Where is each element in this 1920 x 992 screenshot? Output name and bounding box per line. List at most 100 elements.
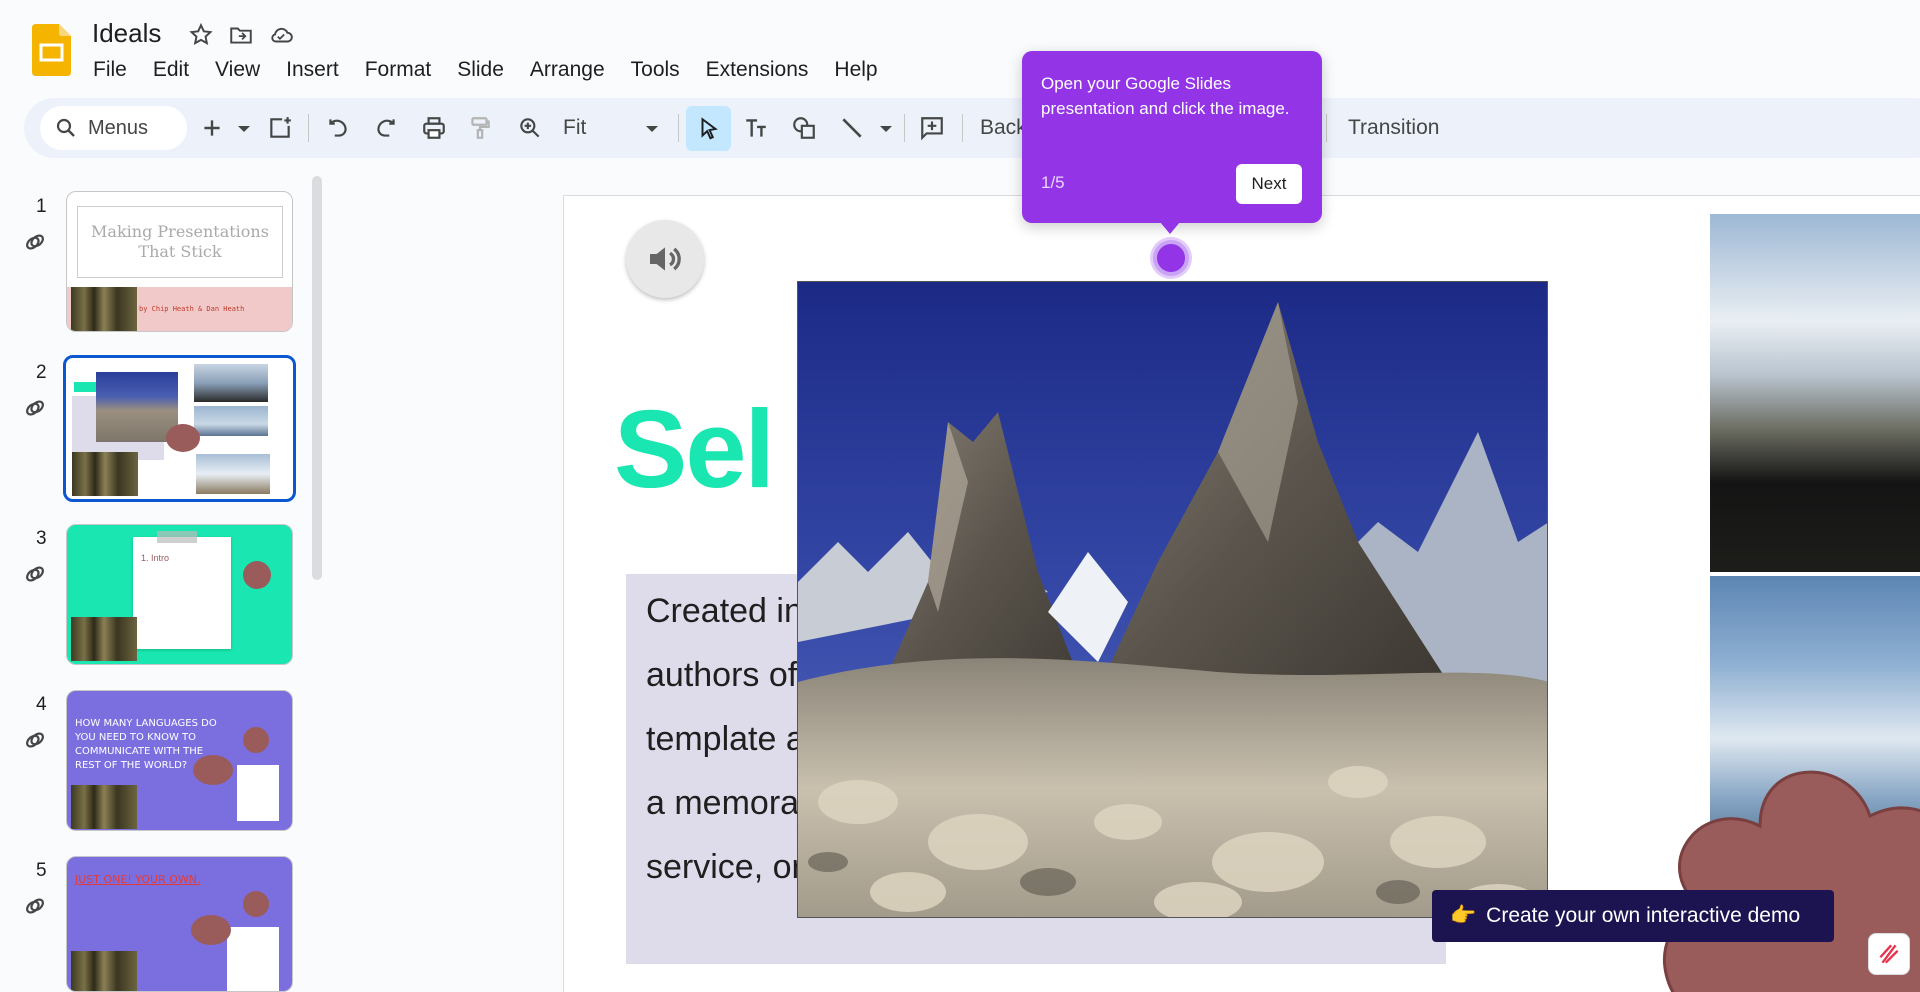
- slide-thumbnail-4[interactable]: How many languages do you need to know t…: [66, 690, 293, 831]
- body-line: a memora: [646, 784, 800, 822]
- snow-mountain-image: [194, 364, 268, 402]
- toolbar-divider: [904, 114, 905, 142]
- line-button[interactable]: [836, 110, 868, 146]
- print-icon: [423, 117, 445, 139]
- paint-format-button[interactable]: [464, 110, 496, 146]
- shape-button[interactable]: [788, 110, 820, 146]
- menu-view[interactable]: View: [202, 56, 273, 84]
- tour-next-button[interactable]: Next: [1236, 164, 1302, 204]
- insert-comment-button[interactable]: [916, 110, 948, 146]
- plus-icon: [204, 120, 220, 136]
- shape-icon: [793, 117, 815, 139]
- menu-help[interactable]: Help: [821, 56, 890, 84]
- body-line: template a: [646, 720, 805, 758]
- slide-thumbnail-1[interactable]: Making Presentations That Stick by Chip …: [66, 191, 293, 332]
- document-title[interactable]: Ideals: [92, 18, 161, 49]
- search-menus-label: Menus: [88, 116, 149, 139]
- body-line: service, or: [646, 848, 803, 886]
- forest-image: [71, 617, 137, 661]
- menu-edit[interactable]: Edit: [140, 56, 202, 84]
- slide-number: 3: [36, 528, 47, 549]
- tour-hotspot[interactable]: [1153, 240, 1189, 276]
- print-button[interactable]: [418, 110, 450, 146]
- snowy-ridge-photo[interactable]: [1710, 214, 1920, 572]
- thumb-heading: 1. Intro: [141, 553, 170, 563]
- audio-button[interactable]: [626, 220, 704, 298]
- text-box-button[interactable]: [740, 110, 772, 146]
- thumb-title-box: Making Presentations That Stick: [77, 206, 283, 278]
- add-slide-icon: [270, 117, 291, 138]
- transition-button[interactable]: Transition: [1348, 116, 1439, 140]
- background-button[interactable]: Back: [980, 116, 1027, 140]
- sun-shape: [243, 561, 271, 589]
- slides-logo-icon[interactable]: [32, 24, 71, 76]
- menu-tools[interactable]: Tools: [618, 56, 693, 84]
- redo-button[interactable]: [370, 110, 402, 146]
- new-slide-button[interactable]: [198, 110, 226, 146]
- thumb-paper-card: [227, 927, 279, 991]
- toolbar-divider: [678, 114, 679, 142]
- new-slide-dropdown[interactable]: [232, 110, 256, 146]
- tour-tooltip-pointer: [1160, 222, 1180, 234]
- menu-file[interactable]: File: [80, 56, 140, 84]
- zoom-select[interactable]: Fit: [563, 116, 586, 140]
- speaker-icon: [650, 247, 681, 271]
- create-demo-label: Create your own interactive demo: [1486, 904, 1801, 927]
- zoom-dropdown[interactable]: [640, 110, 664, 146]
- title-actions: [188, 22, 294, 48]
- line-dropdown[interactable]: [874, 110, 898, 146]
- brand-badge[interactable]: [1868, 933, 1910, 975]
- slide-thumbnail-3[interactable]: 1. Intro: [66, 524, 293, 665]
- tour-step-counter: 1/5: [1041, 173, 1065, 192]
- zoom-icon: [520, 118, 540, 138]
- linked-slide-icon: [26, 566, 44, 582]
- undo-icon: [329, 119, 347, 137]
- slide-number: 4: [36, 694, 47, 715]
- paint-format-icon: [471, 117, 490, 139]
- move-folder-icon[interactable]: [228, 22, 254, 48]
- toolbar-divider: [962, 114, 963, 142]
- filmstrip-scrollbar[interactable]: [312, 176, 322, 580]
- forest-image: [71, 785, 137, 829]
- select-tool-button[interactable]: [686, 106, 731, 151]
- menu-format[interactable]: Format: [352, 56, 445, 84]
- slide-thumbnail-2[interactable]: [63, 355, 296, 502]
- toolbar-divider: [1326, 114, 1327, 142]
- mountain-image: [96, 372, 178, 442]
- forest-image: [71, 951, 137, 991]
- add-comment-icon: [921, 117, 943, 141]
- linked-slide-icon: [26, 234, 44, 250]
- tape-strip: [157, 531, 197, 543]
- menu-extensions[interactable]: Extensions: [693, 56, 822, 84]
- menu-slide[interactable]: Slide: [444, 56, 517, 84]
- linked-slide-icon: [26, 400, 44, 416]
- create-demo-button[interactable]: 👉 Create your own interactive demo: [1432, 890, 1834, 942]
- selected-mountain-image[interactable]: [797, 281, 1548, 918]
- snow-mountain-image: [194, 406, 268, 436]
- caret-down-icon: [238, 126, 250, 132]
- undo-button[interactable]: [322, 110, 354, 146]
- brand-logo-icon: [1879, 944, 1899, 964]
- cloud-saved-icon[interactable]: [268, 22, 294, 48]
- thumb-title-accent: [74, 382, 96, 392]
- menu-insert[interactable]: Insert: [273, 56, 352, 84]
- forest-image: [71, 287, 137, 331]
- slide-number: 5: [36, 860, 47, 881]
- zoom-button[interactable]: [514, 110, 546, 146]
- cursor-arrow-icon: [701, 116, 718, 139]
- cloud-shape: [191, 915, 231, 945]
- slide-number: 2: [36, 362, 47, 383]
- toolbar-divider: [308, 114, 309, 142]
- search-menus-input[interactable]: Menus: [40, 106, 187, 150]
- slide-title[interactable]: Sel: [614, 386, 775, 513]
- slide-number: 1: [36, 196, 47, 217]
- body-line: Created in: [646, 592, 803, 630]
- pointing-hand-icon: 👉: [1450, 904, 1477, 927]
- menu-arrange[interactable]: Arrange: [517, 56, 618, 84]
- star-icon[interactable]: [188, 22, 214, 48]
- slide-thumbnail-5[interactable]: Just one! Your own.: [66, 856, 293, 992]
- body-line: authors of: [646, 656, 798, 694]
- thumb-subtitle: by Chip Heath & Dan Heath: [139, 305, 245, 313]
- new-slide-layout-button[interactable]: [264, 110, 296, 146]
- sun-shape: [243, 727, 269, 753]
